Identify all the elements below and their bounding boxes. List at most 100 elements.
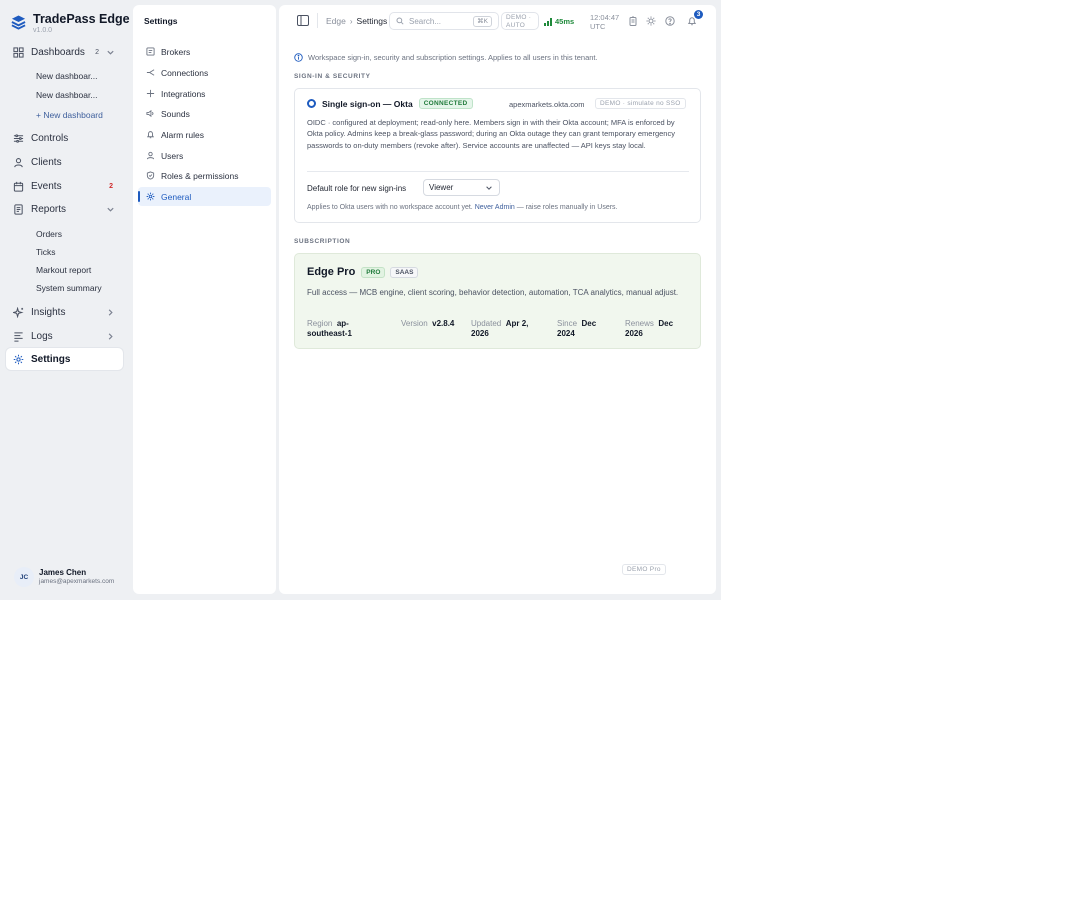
settings-item-label: Connections	[161, 67, 209, 78]
broker-icon	[146, 47, 155, 56]
gear-icon	[146, 192, 155, 201]
sidebar-item-label: Events	[31, 180, 62, 192]
sidebar-item-insights[interactable]: Insights	[6, 301, 123, 323]
sso-radio[interactable]	[307, 99, 316, 108]
subscription-card: Edge Pro PRO SAAS Full access — MCB engi…	[294, 253, 701, 349]
sidebar-item-clients[interactable]: Clients	[6, 151, 123, 173]
settings-item-connections[interactable]: Connections	[138, 63, 271, 82]
settings-item-roles-permissions[interactable]: Roles & permissions	[138, 166, 271, 185]
info-text: Workspace sign-in, security and subscrip…	[308, 53, 598, 62]
default-role-select[interactable]: Viewer	[423, 179, 500, 196]
sidebar-item-events[interactable]: Events 2	[6, 175, 123, 197]
sidebar-item-logs[interactable]: Logs	[6, 325, 123, 347]
notification-count-badge: 3	[694, 10, 703, 19]
status-badge: CONNECTED	[418, 98, 473, 109]
search-input[interactable]: Search... ⌘K	[389, 12, 499, 30]
connection-icon	[146, 69, 155, 76]
settings-item-label: Brokers	[161, 46, 191, 57]
meta-region: Region ap-southeast-1	[307, 319, 363, 338]
shield-icon	[146, 171, 155, 180]
clock: 12:04:47 UTC	[590, 13, 619, 31]
app-shell: TradePass Edge v1.0.0 Dashboards 2 New d…	[0, 0, 721, 600]
sso-row: Single sign-on — Okta CONNECTED	[307, 98, 473, 109]
topbar-divider	[317, 13, 318, 28]
meta-value: v2.8.4	[432, 319, 455, 328]
report-link-ticks[interactable]: Ticks	[36, 247, 56, 257]
chevron-down-icon	[107, 50, 114, 55]
sidebar-item-label: Reports	[31, 203, 67, 215]
section-heading-subscription: SUBSCRIPTION	[294, 238, 351, 245]
events-count-badge: 2	[109, 182, 113, 190]
clock-zone: UTC	[590, 22, 606, 31]
demo-mode-line2: AUTO	[506, 22, 526, 29]
settings-item-label: Users	[161, 150, 184, 161]
meta-renews: Renews Dec 2026	[625, 319, 685, 338]
sliders-icon	[13, 133, 24, 143]
sidebar-item-label: Logs	[31, 330, 53, 342]
sun-icon[interactable]	[646, 16, 656, 26]
sso-description: OIDC · configured at deployment; read-on…	[307, 118, 675, 150]
dashboard-link-1[interactable]: New dashboar...	[30, 68, 110, 85]
sidebar-item-controls[interactable]: Controls	[6, 127, 123, 149]
simulate-no-sso-button[interactable]: DEMO · simulate no SSO	[595, 98, 686, 109]
user-profile[interactable]: JC James Chen james@apexmarkets.com	[14, 567, 114, 587]
info-icon	[294, 53, 303, 62]
report-link-markout[interactable]: Markout report	[36, 265, 91, 275]
user-icon	[146, 151, 155, 160]
avatar: JC	[14, 567, 34, 587]
plan-description: Full access — MCB engine, client scoring…	[307, 288, 679, 297]
sidebar-item-label: Controls	[31, 132, 69, 144]
speaker-icon	[146, 109, 154, 118]
settings-item-users[interactable]: Users	[138, 146, 271, 165]
settings-item-sounds[interactable]: Sounds	[138, 104, 271, 123]
bell-icon	[146, 131, 155, 139]
brand-logo-icon	[11, 15, 26, 30]
default-role-value: Viewer	[429, 183, 454, 192]
default-role-note: Applies to Okta users with no workspace …	[307, 204, 618, 211]
demo-mode-toggle[interactable]: DEMO · AUTO	[501, 12, 539, 30]
note-suffix: — raise roles manually in Users.	[516, 204, 618, 211]
dashboard-link-2[interactable]: New dashboar...	[30, 87, 110, 104]
meta-key: Region	[307, 319, 333, 328]
settings-item-brokers[interactable]: Brokers	[138, 42, 271, 61]
sso-domain: apexmarkets.okta.com	[509, 100, 585, 109]
latency-value: 45ms	[555, 17, 575, 26]
brand[interactable]: TradePass Edge v1.0.0	[11, 12, 130, 35]
sidebar-item-dashboards[interactable]: Dashboards 2	[6, 41, 123, 63]
default-role-label: Default role for new sign-ins	[307, 184, 407, 193]
settings-item-alarm-rules[interactable]: Alarm rules	[138, 125, 271, 144]
clock-time: 12:04:47	[590, 13, 620, 22]
sidebar-toggle-icon[interactable]	[297, 15, 309, 26]
plan-row: Edge Pro PRO SAAS	[307, 266, 419, 278]
search-placeholder: Search...	[409, 16, 442, 26]
report-link-orders[interactable]: Orders	[36, 229, 62, 239]
plan-name: Edge Pro	[307, 266, 356, 278]
dashboards-count: 2	[95, 48, 99, 56]
note-prefix: Applies to Okta users with no workspace …	[307, 204, 473, 211]
sidebar-item-settings[interactable]: Settings	[6, 348, 123, 370]
settings-panel: Settings Brokers Connections Integration…	[133, 5, 276, 594]
search-shortcut: ⌘K	[473, 16, 492, 27]
settings-item-label: Sounds	[161, 108, 190, 119]
clipboard-icon[interactable]	[628, 16, 638, 26]
brand-version: v1.0.0	[33, 27, 53, 34]
sparkle-icon	[13, 306, 24, 318]
report-link-system-summary[interactable]: System summary	[36, 283, 102, 293]
signal-icon	[544, 17, 552, 26]
sidebar-item-reports[interactable]: Reports	[6, 198, 123, 220]
breadcrumb-edge[interactable]: Edge	[326, 16, 346, 26]
note-highlight: Never Admin	[474, 204, 515, 211]
brand-name: TradePass Edge	[33, 12, 130, 26]
help-icon[interactable]	[665, 16, 675, 26]
latency-indicator: 45ms	[544, 17, 574, 26]
grid-icon	[13, 46, 24, 58]
new-dashboard-button[interactable]: + New dashboard	[36, 110, 103, 120]
breadcrumb-settings: Settings	[356, 16, 388, 26]
settings-item-integrations[interactable]: Integrations	[138, 84, 271, 103]
meta-since: Since Dec 2024	[557, 319, 607, 338]
report-icon	[14, 203, 23, 215]
meta-version: Version v2.8.4	[401, 319, 463, 329]
chevron-down-icon	[486, 186, 492, 190]
settings-item-general[interactable]: General	[138, 187, 271, 206]
sso-card: Single sign-on — Okta CONNECTED apexmark…	[294, 88, 701, 223]
